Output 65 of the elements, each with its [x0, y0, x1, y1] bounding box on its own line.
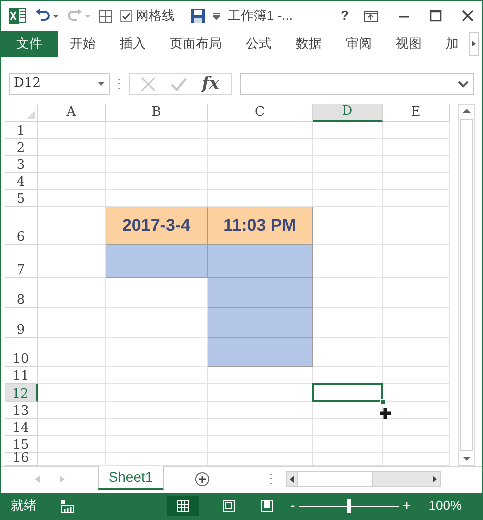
help-button[interactable]: ? — [334, 6, 356, 26]
column-header[interactable]: D — [313, 104, 383, 122]
insert-function-button[interactable]: fx — [202, 76, 220, 92]
scroll-thumb[interactable] — [297, 472, 373, 486]
maximize-icon[interactable] — [430, 10, 442, 22]
ribbon-tab[interactable]: 视图 — [384, 31, 434, 57]
borders-icon[interactable] — [99, 10, 112, 22]
dropdown-caret-icon — [98, 82, 105, 86]
normal-view-button[interactable] — [166, 496, 199, 516]
horizontal-scrollbar[interactable] — [286, 471, 441, 487]
next-sheet-icon[interactable] — [60, 476, 64, 482]
status-text: 就绪 — [11, 497, 37, 516]
checkmark-icon — [122, 12, 130, 20]
row-header[interactable]: 12 — [5, 384, 38, 402]
file-tab[interactable]: 文件 — [1, 31, 58, 57]
select-all-corner[interactable] — [5, 104, 38, 122]
table-cell[interactable] — [208, 278, 313, 308]
zoom-level[interactable]: 100% — [428, 496, 462, 516]
corner-triangle-icon — [27, 111, 35, 119]
previous-sheet-icon[interactable] — [34, 476, 40, 482]
window-title: 工作簿1 -... — [228, 7, 294, 26]
page-break-icon[interactable] — [260, 500, 273, 512]
formula-field[interactable] — [240, 73, 474, 95]
gridlines-checkbox[interactable]: 网格线 — [120, 6, 175, 26]
undo-icon[interactable] — [35, 9, 59, 23]
scroll-thumb[interactable] — [460, 119, 473, 451]
save-icon[interactable] — [191, 9, 205, 23]
ribbon-tab[interactable]: 页面布局 — [158, 31, 234, 57]
scroll-left-icon[interactable] — [290, 476, 294, 482]
sheet-tab[interactable]: Sheet1 — [98, 466, 164, 490]
scroll-right-icon[interactable] — [433, 476, 437, 482]
ribbon-tab[interactable]: 审阅 — [334, 31, 384, 57]
table-cell[interactable]: 11:03 PM — [208, 207, 313, 245]
fill-handle[interactable] — [380, 399, 386, 405]
ribbon-display-icon[interactable] — [364, 10, 378, 22]
ribbon-tab[interactable]: 加 — [434, 31, 471, 57]
check-icon[interactable] — [171, 78, 188, 90]
zoom-slider[interactable] — [299, 499, 400, 513]
page-layout-icon[interactable] — [222, 500, 235, 512]
zoom-in-button[interactable]: + — [403, 496, 411, 516]
close-icon[interactable] — [462, 10, 474, 22]
name-box[interactable]: D12 — [9, 73, 110, 95]
redo-icon[interactable] — [67, 9, 91, 23]
grid-icon — [176, 500, 189, 512]
customize-caret-icon[interactable] — [213, 12, 220, 20]
crosshair-cursor-icon — [380, 408, 391, 419]
ribbon-tab[interactable]: 公式 — [234, 31, 284, 57]
ribbon-tab[interactable]: 开始 — [58, 31, 108, 57]
table-cell[interactable] — [208, 245, 313, 278]
excel-logo-icon — [9, 8, 27, 24]
macro-record-icon[interactable] — [61, 500, 75, 512]
zoom-out-button[interactable]: - — [290, 496, 296, 516]
expand-caret-icon[interactable] — [458, 80, 469, 88]
table-cell[interactable] — [208, 338, 313, 367]
cancel-icon[interactable] — [141, 76, 156, 92]
zoom-slider-thumb[interactable] — [347, 499, 352, 513]
right-arrow-icon — [472, 41, 476, 47]
scroll-right-button[interactable] — [469, 32, 479, 56]
vertical-scrollbar[interactable] — [458, 104, 475, 466]
ribbon-tab[interactable]: 数据 — [284, 31, 334, 57]
ribbon-tab[interactable]: 插入 — [108, 31, 158, 57]
table-cell[interactable] — [106, 245, 208, 278]
table-cell[interactable] — [208, 308, 313, 338]
add-sheet-icon[interactable] — [195, 472, 210, 487]
table-cell[interactable]: 2017-3-4 — [106, 207, 208, 245]
